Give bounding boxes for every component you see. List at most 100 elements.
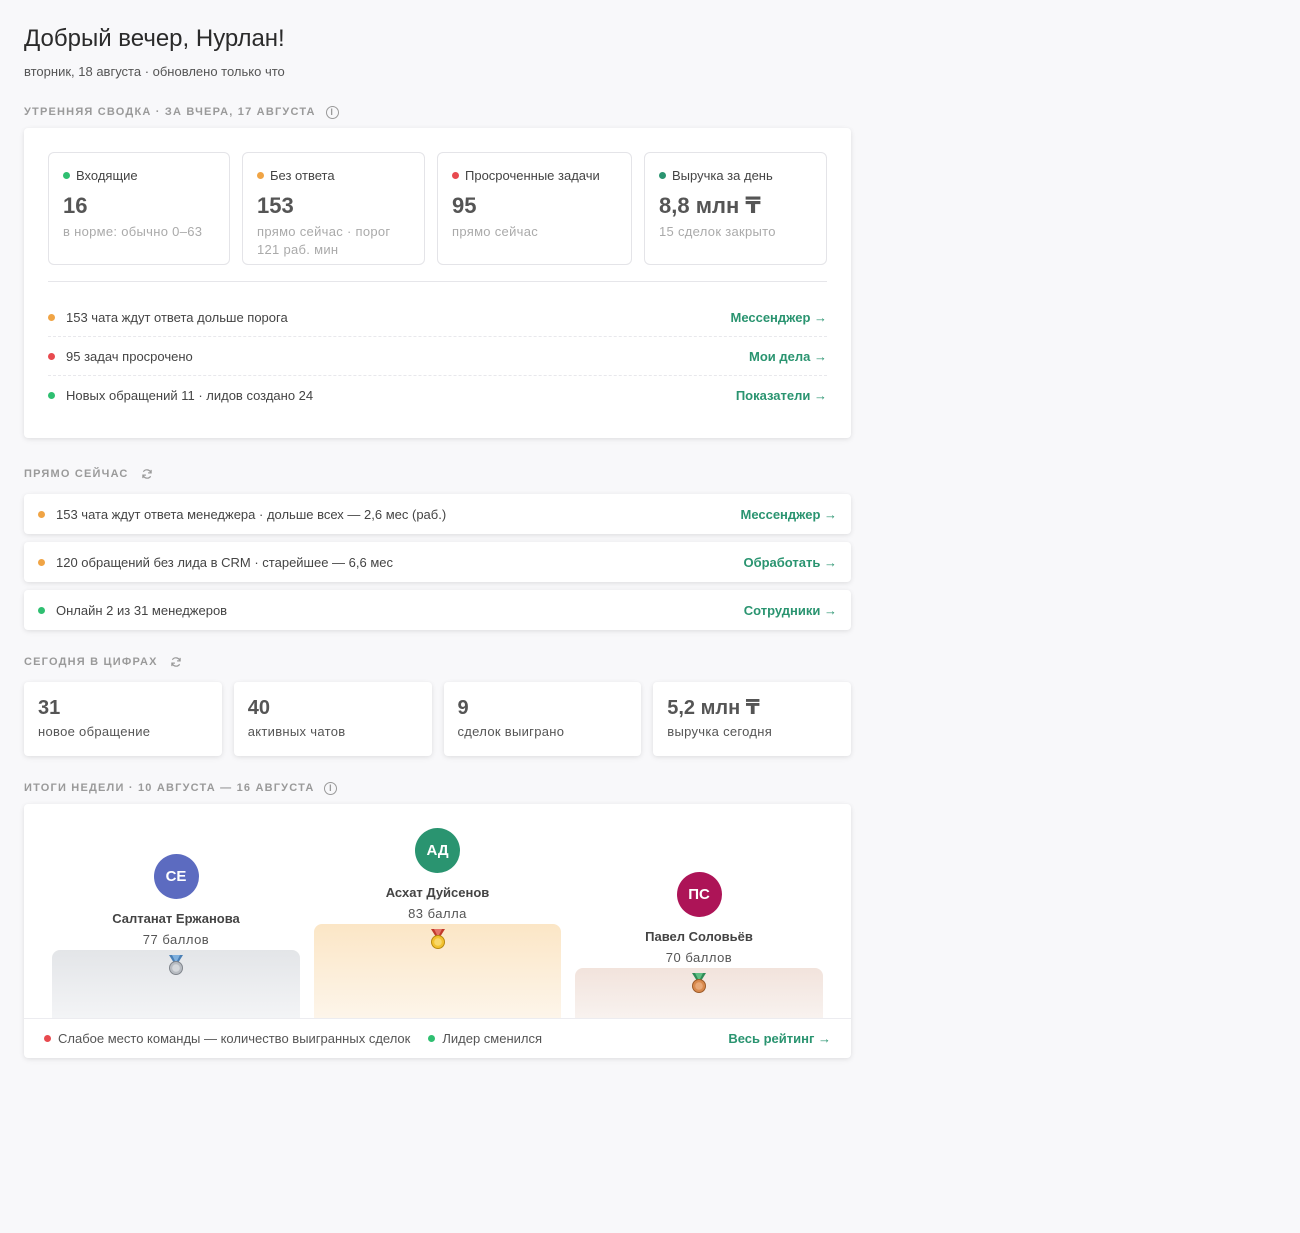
today-card-requests[interactable]: 31 новое обращение (24, 682, 222, 756)
podium-name: Салтанат Ержанова (112, 911, 240, 926)
refresh-icon[interactable] (141, 468, 153, 480)
summary-list: 153 чата ждут ответа дольше порога Мессе… (48, 298, 827, 415)
kpi-revenue[interactable]: Выручка за день 8,8 млн ₸ 15 сделок закр… (644, 152, 827, 265)
kpi-value: 8,8 млн ₸ (659, 193, 761, 218)
today-card-deals[interactable]: 9 сделок выиграно (443, 682, 642, 756)
avatar: АД (415, 828, 460, 873)
status-dot (63, 171, 70, 179)
today-label: активных чатов (247, 724, 346, 739)
info-icon[interactable]: i (325, 105, 339, 119)
morning-section-title: УТРЕННЯЯ СВОДКА · ЗА ВЧЕРА, 17 АВГУСТА i (24, 104, 339, 120)
summary-item-new-leads: Новых обращений 11 · лидов создано 24 По… (48, 376, 827, 415)
kpi-label: Входящие (76, 167, 138, 183)
avatar-initials: СЕ (165, 868, 187, 885)
week-section-title: ИТОГИ НЕДЕЛИ · 10 АВГУСТА — 16 АВГУСТА i (24, 780, 338, 796)
podium-third[interactable]: ПС Павел Соловьёв 70 баллов (575, 872, 823, 966)
kpi-value: 16 (63, 193, 88, 218)
today-value: 31 (38, 697, 61, 719)
kpi-hint: в норме: обычно 0–63 (63, 224, 203, 239)
weak-spot-text: Слабое место команды — количество выигра… (58, 1031, 411, 1046)
today-value: 5,2 млн ₸ (667, 697, 760, 719)
kpi-value: 153 (257, 193, 294, 218)
podium-score: 77 баллов (142, 932, 210, 947)
summary-item-overdue: 95 задач просрочено Мои дела → (48, 337, 827, 376)
gold-medal-icon (430, 929, 445, 949)
now-text: 153 чата ждут ответа менеджера · дольше … (56, 506, 447, 522)
podium-name: Асхат Дуйсенов (385, 885, 490, 900)
kpi-incoming[interactable]: Входящие 16 в норме: обычно 0–63 (48, 152, 230, 265)
info-icon[interactable]: i (324, 781, 338, 795)
status-dot (44, 1035, 51, 1042)
pedestal-first (314, 924, 561, 1018)
weak-spot-note: Слабое место команды — количество выигра… (44, 1031, 410, 1046)
messenger-link[interactable]: Мессенджер → (740, 507, 837, 522)
messenger-link[interactable]: Мессенджер → (730, 310, 827, 325)
avatar-initials: ПС (688, 886, 710, 903)
summary-text: 95 задач просрочено (66, 348, 193, 364)
kpi-label: Выручка за день (672, 167, 773, 183)
status-dot (38, 558, 45, 566)
morning-title-text: УТРЕННЯЯ СВОДКА · ЗА ВЧЕРА, 17 АВГУСТА (24, 106, 316, 118)
today-label: сделок выиграно (457, 724, 565, 739)
kpi-label: Просроченные задачи (465, 167, 600, 183)
my-tasks-link[interactable]: Мои дела → (749, 349, 827, 364)
status-dot (48, 313, 55, 321)
kpi-hint: 15 сделок закрыто (659, 224, 776, 239)
avatar: СЕ (153, 854, 199, 899)
podium-second[interactable]: СЕ Салтанат Ержанова 77 баллов (52, 854, 300, 948)
kpi-row: Входящие 16 в норме: обычно 0–63 Без отв… (48, 152, 827, 265)
status-dot (428, 1035, 436, 1042)
greeting-subtitle: вторник, 18 августа · обновлено только ч… (24, 64, 285, 79)
status-dot (257, 171, 264, 179)
today-value: 9 (457, 697, 469, 719)
pedestal-second (52, 950, 300, 1018)
status-dot (38, 510, 45, 518)
kpi-value: 95 (452, 193, 477, 218)
full-rating-link[interactable]: Весь рейтинг → (728, 1031, 831, 1046)
pedestal-third (575, 968, 823, 1018)
podium-first[interactable]: АД Асхат Дуйсенов 83 балла (314, 828, 561, 922)
greeting-title: Добрый вечер, Нурлан! (24, 25, 285, 52)
today-card-revenue[interactable]: 5,2 млн ₸ выручка сегодня (653, 682, 851, 756)
now-title-text: ПРЯМО СЕЙЧАС (24, 468, 129, 480)
today-value: 40 (247, 697, 270, 719)
refresh-icon[interactable] (170, 656, 182, 668)
leader-changed-text: Лидер сменился (442, 1031, 543, 1046)
kpi-hint: прямо сейчас · порог 121 раб. мин (257, 224, 391, 257)
today-title-text: СЕГОДНЯ В ЦИФРАХ (24, 656, 158, 668)
kpi-label: Без ответа (270, 167, 335, 183)
kpi-overdue-tasks[interactable]: Просроченные задачи 95 прямо сейчас (437, 152, 632, 265)
today-card-chats[interactable]: 40 активных чатов (233, 682, 432, 756)
status-dot (659, 171, 666, 179)
avatar: ПС (676, 872, 722, 917)
week-title-text: ИТОГИ НЕДЕЛИ · 10 АВГУСТА — 16 АВГУСТА (24, 782, 315, 794)
employees-link[interactable]: Сотрудники → (744, 603, 837, 618)
status-dot (48, 352, 55, 360)
podium-score: 83 балла (408, 906, 467, 921)
silver-medal-icon (169, 955, 183, 975)
dashboard: Добрый вечер, Нурлан! вторник, 18 август… (24, 24, 851, 1058)
kpi-no-reply[interactable]: Без ответа 153 прямо сейчас · порог 121 … (242, 152, 425, 265)
now-item-online: Онлайн 2 из 31 менеджеров Сотрудники → (24, 590, 851, 630)
today-section-title: СЕГОДНЯ В ЦИФРАХ (24, 654, 182, 670)
metrics-link[interactable]: Показатели → (736, 388, 827, 403)
status-dot (38, 606, 45, 614)
now-item-requests: 120 обращений без лида в CRM · старейшее… (24, 542, 851, 582)
process-link[interactable]: Обработать → (743, 555, 837, 570)
now-item-chats: 153 чата ждут ответа менеджера · дольше … (24, 494, 851, 534)
status-dot (48, 392, 55, 399)
today-label: новое обращение (38, 724, 151, 739)
bronze-medal-icon (692, 973, 706, 993)
now-text: 120 обращений без лида в CRM · старейшее… (56, 554, 394, 570)
morning-summary-card: Входящие 16 в норме: обычно 0–63 Без отв… (24, 128, 851, 438)
today-cards: 31 новое обращение 40 активных чатов 9 с… (24, 682, 851, 756)
today-label: выручка сегодня (667, 724, 773, 739)
week-footer: Слабое место команды — количество выигра… (24, 1018, 851, 1058)
status-dot (452, 171, 459, 179)
now-section-title: ПРЯМО СЕЙЧАС (24, 466, 153, 482)
podium-score: 70 баллов (665, 950, 733, 965)
week-results-card: СЕ Салтанат Ержанова 77 баллов АД Асхат … (24, 804, 851, 1058)
now-text: Онлайн 2 из 31 менеджеров (56, 602, 228, 618)
summary-divider (48, 281, 827, 282)
kpi-hint: прямо сейчас (452, 224, 539, 239)
